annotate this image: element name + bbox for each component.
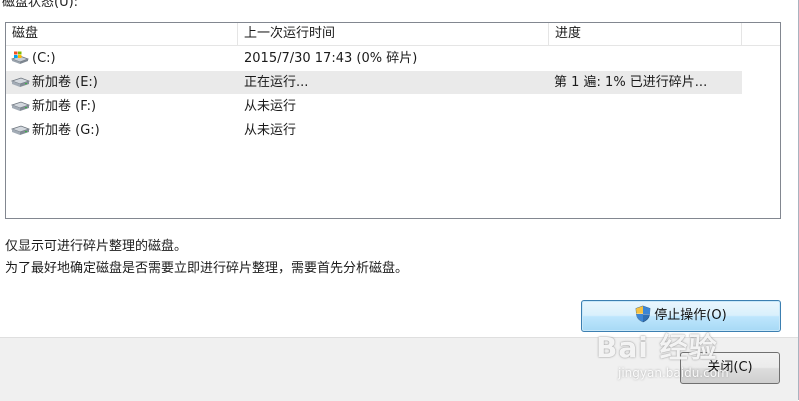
last-run-value: 从未运行 [244,123,297,138]
column-header-disk[interactable]: 磁盘 [6,23,238,45]
baidu-watermark-logo: Bai 经验 [596,331,718,364]
last-run-value: 从未运行 [244,99,297,114]
info-text-eligible-disks: 仅显示可进行碎片整理的磁盘。 [5,239,188,254]
column-header-progress[interactable]: 进度 [549,23,742,45]
baidu-watermark-url: jingyan.baidu.com [618,366,729,380]
uac-shield-icon [635,305,651,322]
last-run-value: 2015/7/30 17:43 (0% 碎片) [244,51,418,66]
hard-drive-icon [10,77,30,87]
disk-row-f[interactable]: 新加卷 (F:) 从未运行 [6,95,742,118]
hard-drive-icon [10,101,30,111]
hard-drive-icon [10,125,30,135]
disk-list[interactable]: 磁盘 上一次运行时间 进度 (C:) 2015/7/30 17:43 (0% 碎… [5,22,781,219]
disk-name: (C:) [32,51,56,66]
disk-row-c[interactable]: (C:) 2015/7/30 17:43 (0% 碎片) [6,47,742,70]
disk-row-g[interactable]: 新加卷 (G:) 从未运行 [6,119,742,142]
last-run-value: 正在运行... [244,75,309,90]
info-text-analyze-hint: 为了最好地确定磁盘是否需要立即进行碎片整理，需要首先分析磁盘。 [5,261,409,276]
disk-row-e[interactable]: 新加卷 (E:) 正在运行... 第 1 遍: 1% 已进行碎片... [6,71,742,94]
disk-name: 新加卷 (E:) [32,75,98,90]
disk-name: 新加卷 (G:) [32,123,100,138]
progress-value: 第 1 遍: 1% 已进行碎片... [554,75,708,90]
stop-button-label: 停止操作(O) [654,308,727,323]
disk-name: 新加卷 (F:) [32,99,97,114]
list-header: 磁盘 上一次运行时间 进度 [6,23,780,46]
system-drive-icon [10,51,30,64]
column-header-last-run[interactable]: 上一次运行时间 [238,23,549,45]
disk-status-caption: 磁盘状态(U): [2,0,79,10]
